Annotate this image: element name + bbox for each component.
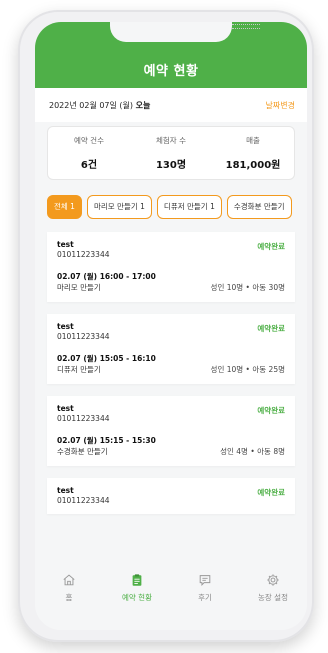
date-bar: 2022년 02월 07일 (월) 오늘 날짜변경: [35, 88, 307, 122]
reservation-card[interactable]: test 01011223344 예약완료 02.07 (월) 15:15 - …: [47, 396, 295, 466]
stat-label: 매출: [246, 136, 260, 145]
status-badge: 예약완료: [257, 324, 285, 333]
stat-value: 181,000원: [225, 160, 281, 171]
nav-label: 후기: [198, 593, 212, 602]
participant-count: 성인 10명 • 아동 30명: [210, 283, 285, 292]
nav-label: 홈: [65, 593, 73, 602]
participant-count: 성인 4명 • 아동 8명: [220, 447, 285, 456]
phone-notch: [110, 22, 260, 42]
nav-reviews[interactable]: 후기: [171, 570, 239, 603]
app-screen: 예약 현황 2022년 02월 07일 (월) 오늘 날짜변경 예약 건수 6건…: [35, 22, 307, 630]
customer-phone: 01011223344: [57, 332, 110, 341]
status-badge: 예약완료: [257, 488, 285, 497]
date-value: 2022년 02월 07일 (월): [49, 101, 134, 110]
tab-all[interactable]: 전체 1: [47, 195, 82, 219]
status-badge: 예약완료: [257, 242, 285, 251]
reservation-card[interactable]: test 01011223344 예약완료: [47, 478, 295, 514]
stat-value: 6건: [80, 160, 98, 171]
customer-phone: 01011223344: [57, 250, 110, 259]
nav-label: 예약 현황: [122, 593, 152, 602]
stat-reservations: 예약 건수 6건: [48, 135, 130, 171]
clipboard-icon: [103, 570, 171, 590]
program-name: 수경화분 만들기: [57, 447, 108, 456]
customer-phone: 01011223344: [57, 414, 110, 423]
nav-farm-settings[interactable]: 농장 설정: [239, 570, 307, 603]
nav-home[interactable]: 홈: [35, 570, 103, 603]
bottom-nav: 홈 예약 현황 후기 농장 설정: [35, 570, 307, 630]
stat-sales: 매출 181,000원: [212, 135, 294, 171]
status-badge: 예약완료: [257, 406, 285, 415]
program-name: 마리모 만들기: [57, 283, 101, 292]
nav-reservations[interactable]: 예약 현황: [103, 570, 171, 603]
reservation-card[interactable]: test 01011223344 예약완료 02.07 (월) 16:00 - …: [47, 232, 295, 302]
tab-hydroponic[interactable]: 수경화분 만들기: [226, 195, 292, 219]
change-date-button[interactable]: 날짜변경: [266, 100, 295, 111]
nav-label: 농장 설정: [258, 593, 288, 602]
page-title: 예약 현황: [143, 64, 199, 79]
reservation-card[interactable]: test 01011223344 예약완료 02.07 (월) 15:05 - …: [47, 314, 295, 384]
tab-marimo[interactable]: 마리모 만들기 1: [86, 195, 152, 219]
speaker-grille: [232, 24, 260, 29]
today-label: 오늘: [135, 101, 151, 110]
current-date: 2022년 02월 07일 (월) 오늘: [49, 100, 150, 111]
customer-phone: 01011223344: [57, 496, 110, 505]
program-name: 디퓨저 만들기: [57, 365, 101, 374]
stat-label: 예약 건수: [74, 136, 104, 145]
review-icon: [171, 570, 239, 590]
tab-diffuser[interactable]: 디퓨저 만들기 1: [156, 195, 222, 219]
reservation-list: test 01011223344 예약완료 02.07 (월) 16:00 - …: [47, 232, 295, 526]
stat-value: 130명: [155, 160, 187, 171]
reservation-time: 02.07 (월) 15:15 - 15:30: [57, 436, 156, 445]
gear-icon: [239, 570, 307, 590]
program-filter-tabs: 전체 1 마리모 만들기 1 디퓨저 만들기 1 수경화분 만들기: [47, 194, 307, 220]
customer-name: test: [57, 240, 74, 249]
participant-count: 성인 10명 • 아동 25명: [210, 365, 285, 374]
reservation-time: 02.07 (월) 15:05 - 16:10: [57, 354, 156, 363]
reservation-time: 02.07 (월) 16:00 - 17:00: [57, 272, 156, 281]
stat-label: 체험자 수: [156, 136, 186, 145]
customer-name: test: [57, 404, 74, 413]
stat-visitors: 체험자 수 130명: [130, 135, 212, 171]
home-icon: [35, 570, 103, 590]
customer-name: test: [57, 322, 74, 331]
customer-name: test: [57, 486, 74, 495]
stats-summary: 예약 건수 6건 체험자 수 130명 매출 181,000원: [47, 126, 295, 180]
